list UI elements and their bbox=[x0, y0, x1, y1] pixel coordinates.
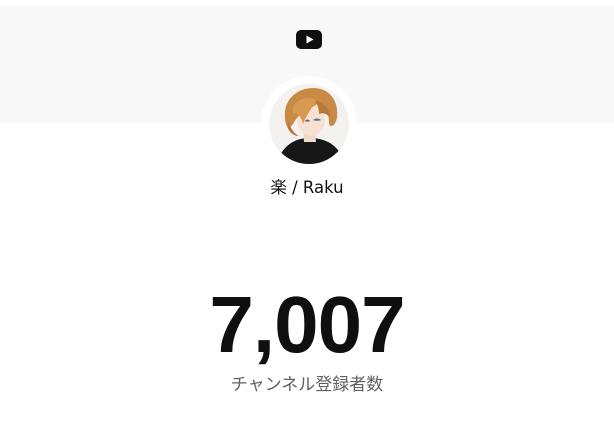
subscriber-count-label: チャンネル登録者数 bbox=[230, 375, 384, 395]
subscriber-count: 7,007 bbox=[209, 280, 405, 369]
youtube-logo-icon bbox=[296, 30, 322, 49]
channel-name[interactable]: 楽 / Raku bbox=[0, 176, 614, 200]
subscriber-counter-page: 楽 / Raku 7,007 チャンネル登録者数 bbox=[0, 0, 614, 440]
channel-avatar[interactable] bbox=[269, 84, 349, 164]
avatar-illustration-icon bbox=[269, 84, 349, 164]
